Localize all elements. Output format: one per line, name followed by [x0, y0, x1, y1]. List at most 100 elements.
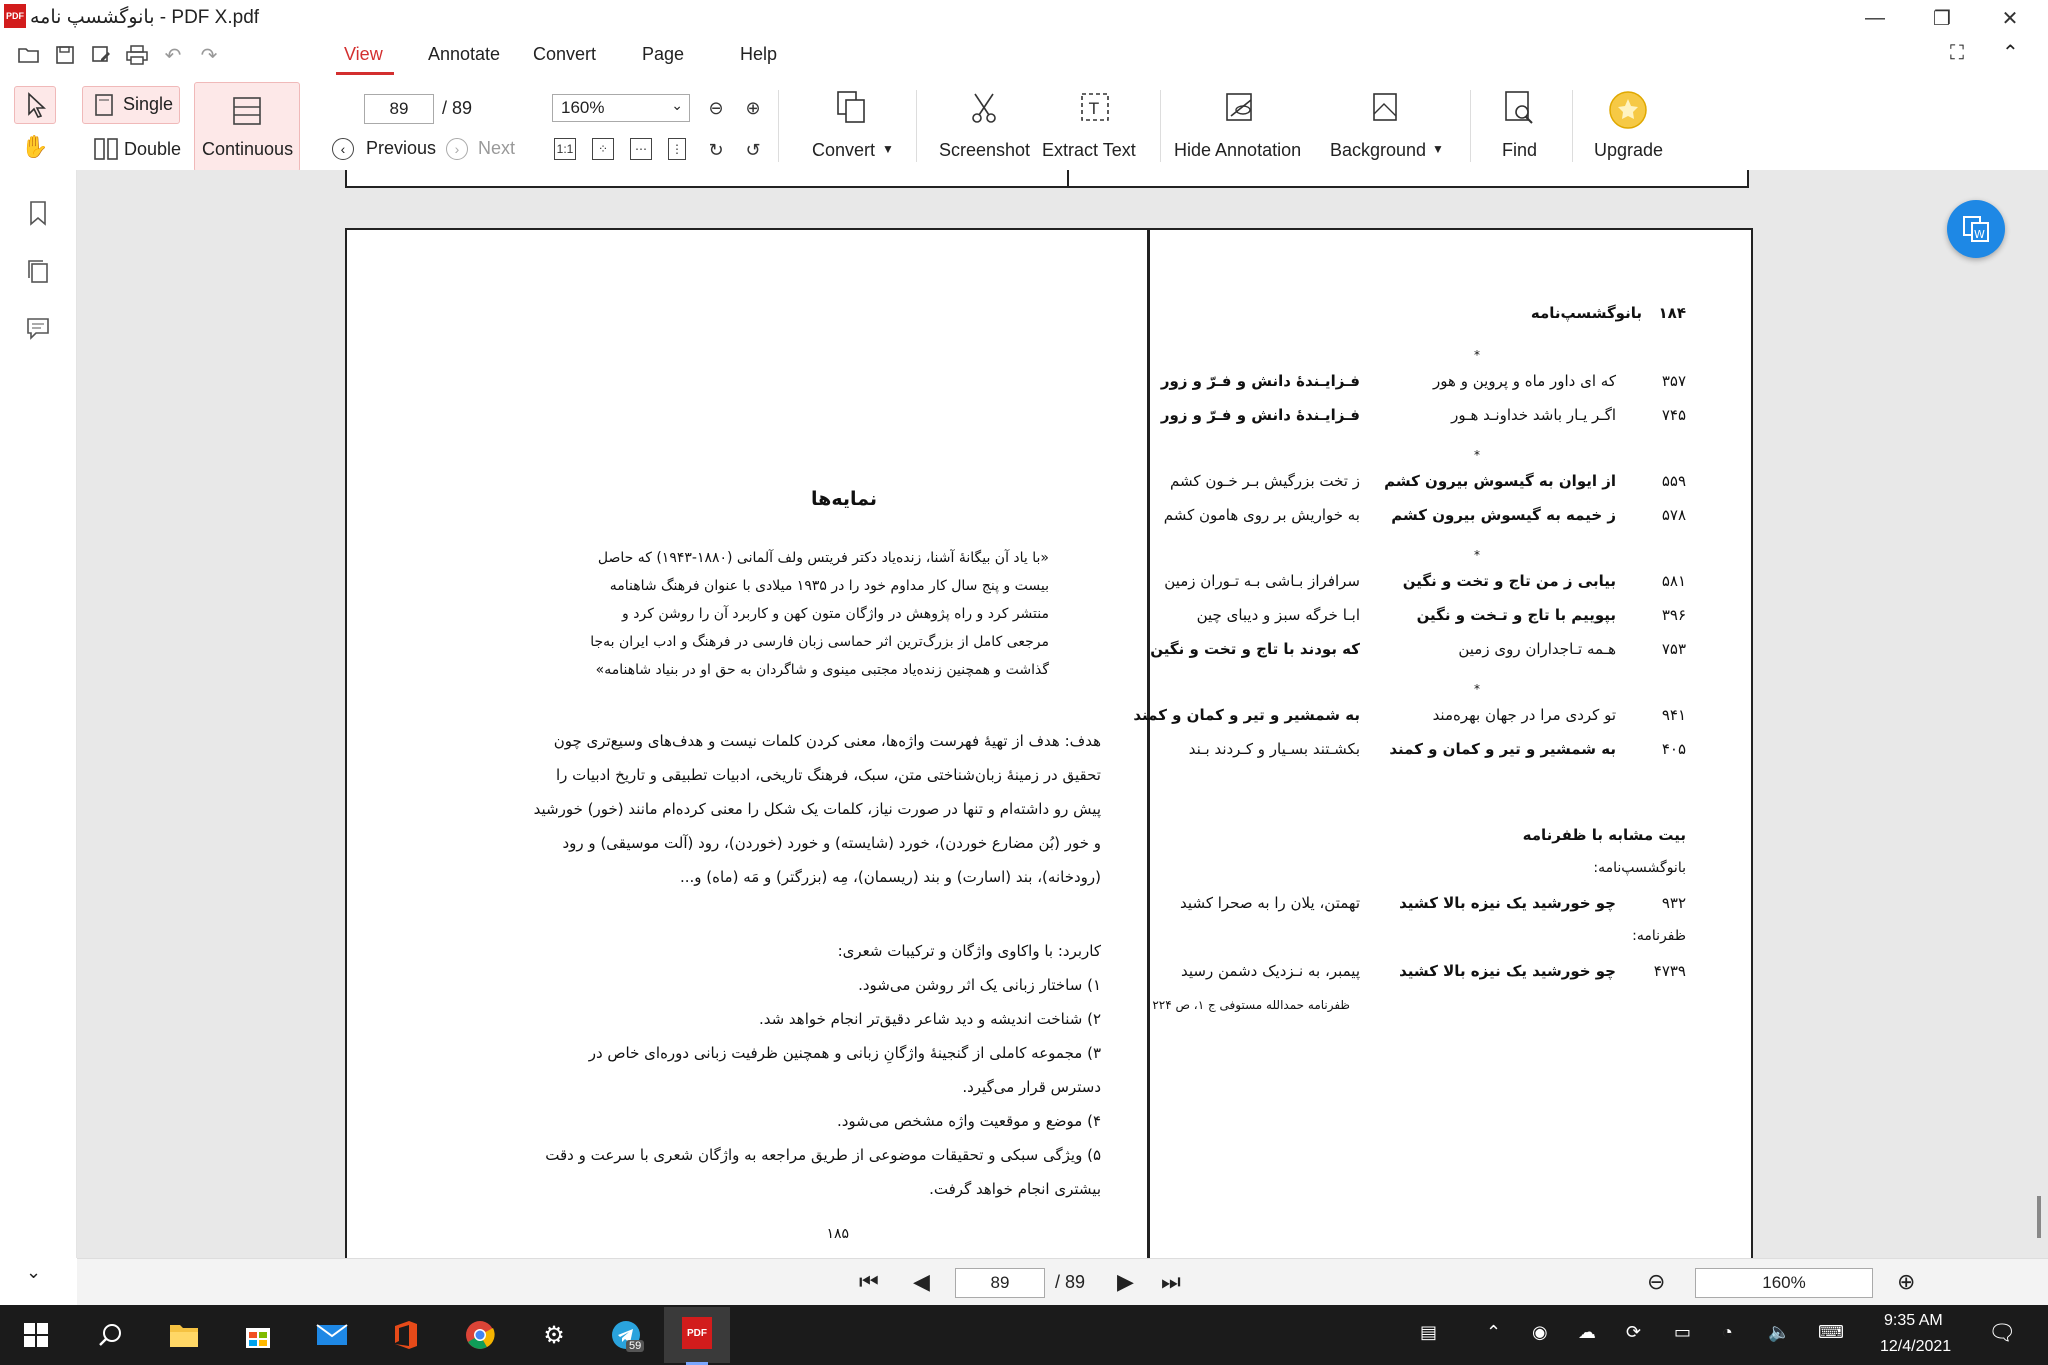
bottom-page-input[interactable]: 89 [955, 1268, 1045, 1298]
menu-help[interactable]: Help [740, 44, 777, 65]
previous-label: Previous [366, 138, 437, 158]
bookmark-icon[interactable] [26, 200, 50, 226]
find-label: Find [1502, 140, 1538, 160]
wifi-icon[interactable]: ◔ [1722, 1322, 1733, 1343]
usage-line: ۱) ساختار زبانی یک اثر روشن می‌شود. [858, 976, 1101, 994]
section-star-separator: * [1474, 448, 1480, 462]
maximize-button[interactable]: ❐ [1912, 0, 1972, 36]
convert-label: Convert [812, 140, 876, 160]
toolbar-separator [916, 90, 917, 162]
convert-button[interactable]: Convert ▼ [800, 90, 902, 166]
thumbnails-icon[interactable] [26, 258, 50, 284]
next-page-arrow-icon[interactable]: ▶ [1117, 1269, 1143, 1295]
rotate-counterclockwise-icon[interactable]: ↺ [741, 138, 765, 162]
microsoft-store-icon[interactable] [236, 1313, 280, 1357]
windows-start-icon[interactable] [14, 1313, 58, 1357]
file-explorer-icon[interactable] [162, 1313, 206, 1357]
double-page-button[interactable]: Double [82, 134, 182, 166]
bottom-zoom-out-icon[interactable]: ⊖ [1647, 1269, 1673, 1295]
background-button[interactable]: Background ▼ [1328, 90, 1448, 166]
dedication-line: منتشر کرد و راه پژوهش در واژگان متون کهن… [622, 606, 1049, 622]
clock-date[interactable]: 12/4/2021 [1880, 1338, 1951, 1356]
rotate-clockwise-icon[interactable]: ↻ [704, 138, 728, 162]
index-heading: نمایه‌ها [811, 488, 877, 510]
office-icon[interactable] [384, 1313, 428, 1357]
minimize-button[interactable]: — [1845, 0, 1905, 36]
clock-time[interactable]: 9:35 AM [1884, 1312, 1943, 1330]
pdfx-taskbar-button[interactable]: PDF [664, 1307, 730, 1363]
left-sidebar: ⌄ [0, 170, 77, 1282]
onedrive-cloud-icon[interactable]: ☁ [1578, 1322, 1596, 1343]
fit-height-icon[interactable]: ⋮ [668, 138, 686, 160]
update-icon[interactable]: ⟳ [1626, 1322, 1641, 1343]
verse-second-hemistich: تهمتن، یلان را به صحرا کشید [1180, 894, 1360, 912]
save-icon[interactable] [52, 42, 78, 68]
page-number-input[interactable]: 89 [364, 94, 434, 124]
sidebar-expand-icon[interactable]: ⌄ [26, 1262, 50, 1286]
battery-icon[interactable]: ▭ [1674, 1322, 1691, 1343]
hand-tool-icon[interactable]: ✋ [20, 134, 50, 164]
search-icon[interactable] [88, 1313, 132, 1357]
news-icon[interactable]: ▤ [1420, 1322, 1437, 1343]
continuous-button[interactable]: Continuous [194, 82, 300, 172]
extract-text-button[interactable]: T Extract Text [1040, 90, 1150, 166]
keyboard-icon[interactable]: ⌨ [1818, 1322, 1844, 1343]
first-page-icon[interactable]: ⏮ [859, 1269, 885, 1295]
menu-page[interactable]: Page [642, 44, 684, 65]
save-as-icon[interactable] [88, 42, 114, 68]
zoom-out-icon[interactable]: ⊖ [704, 96, 728, 120]
zoom-select[interactable]: 160% ⌄ [552, 94, 690, 122]
verse-number: ۵۸۱ [1661, 572, 1686, 590]
collapse-ribbon-icon[interactable]: ⌃ [2002, 40, 2019, 65]
fit-page-icon[interactable]: ⁘ [592, 138, 614, 160]
find-button[interactable]: Find [1490, 90, 1550, 166]
document-viewport[interactable]: نمایه‌ها «با یاد آن بیگانهٔ آشنا، زنده‌ی… [77, 170, 2048, 1258]
screenshot-button[interactable]: Screenshot [934, 90, 1034, 166]
zafar-label: ظفرنامه: [1632, 928, 1686, 944]
header-book-title: بانوگشسپ‌نامه [1530, 304, 1642, 322]
next-page-button[interactable]: › Next [446, 136, 536, 166]
actual-size-icon[interactable]: 1:1 [554, 138, 576, 160]
section-star-separator: * [1474, 348, 1480, 362]
bottom-zoom-in-icon[interactable]: ⊕ [1897, 1269, 1923, 1295]
telegram-badge: 59 [626, 1340, 645, 1352]
header-page-number: ۱۸۴ [1658, 304, 1686, 322]
notifications-icon[interactable]: 🗨 [1988, 1320, 2016, 1346]
svg-text:T: T [1088, 99, 1099, 118]
last-page-icon[interactable]: ⏭ [1161, 1269, 1187, 1295]
menu-convert[interactable]: Convert [533, 44, 596, 65]
settings-gear-icon[interactable]: ⚙ [532, 1313, 576, 1357]
fullscreen-icon[interactable]: ⛶ [1950, 42, 1964, 65]
convert-to-word-button[interactable]: W [1947, 200, 2005, 258]
mail-icon[interactable] [310, 1313, 354, 1357]
single-label: Single [123, 94, 174, 114]
undo-icon[interactable]: ↶ [160, 42, 186, 68]
window-title: بانوگشسپ نامه - PDF X.pdf [30, 7, 260, 28]
fit-width-icon[interactable]: ⋯ [630, 138, 652, 160]
menu-annotate[interactable]: Annotate [428, 44, 500, 65]
zoom-in-icon[interactable]: ⊕ [741, 96, 765, 120]
webcam-icon[interactable]: ◉ [1532, 1322, 1548, 1343]
redo-icon[interactable]: ↷ [196, 42, 222, 68]
bottom-zoom-input[interactable]: 160% [1695, 1268, 1873, 1298]
print-icon[interactable] [124, 42, 150, 68]
select-tool-button[interactable] [14, 86, 56, 124]
verse-first-hemistich: چو خورشید یک نیزه بالا کشید [1399, 962, 1616, 980]
comments-icon[interactable] [26, 316, 50, 342]
volume-icon[interactable]: 🔈 [1768, 1322, 1790, 1343]
close-button[interactable]: ✕ [1980, 0, 2040, 36]
vertical-scrollbar-thumb[interactable] [2037, 1196, 2041, 1238]
previous-page-button[interactable]: ‹ Previous [332, 136, 462, 166]
menu-view[interactable]: View [344, 44, 383, 65]
single-page-button[interactable]: Single [82, 86, 180, 124]
hide-annotation-button[interactable]: Hide Annotation [1172, 90, 1308, 166]
chrome-icon[interactable] [458, 1313, 502, 1357]
verse-first-hemistich: ز خیمه به گیسوش بیرون کشم [1391, 506, 1616, 524]
prev-page-arrow-icon[interactable]: ◀ [913, 1269, 939, 1295]
upgrade-button[interactable]: Upgrade [1590, 88, 1670, 166]
open-folder-icon[interactable] [16, 42, 42, 68]
app-logo-icon: PDF [4, 4, 26, 28]
pdf-page-spread[interactable]: نمایه‌ها «با یاد آن بیگانهٔ آشنا، زنده‌ی… [345, 228, 1753, 1258]
tray-chevron-up-icon[interactable]: ⌃ [1486, 1322, 1501, 1343]
section-star-separator: * [1474, 682, 1480, 696]
